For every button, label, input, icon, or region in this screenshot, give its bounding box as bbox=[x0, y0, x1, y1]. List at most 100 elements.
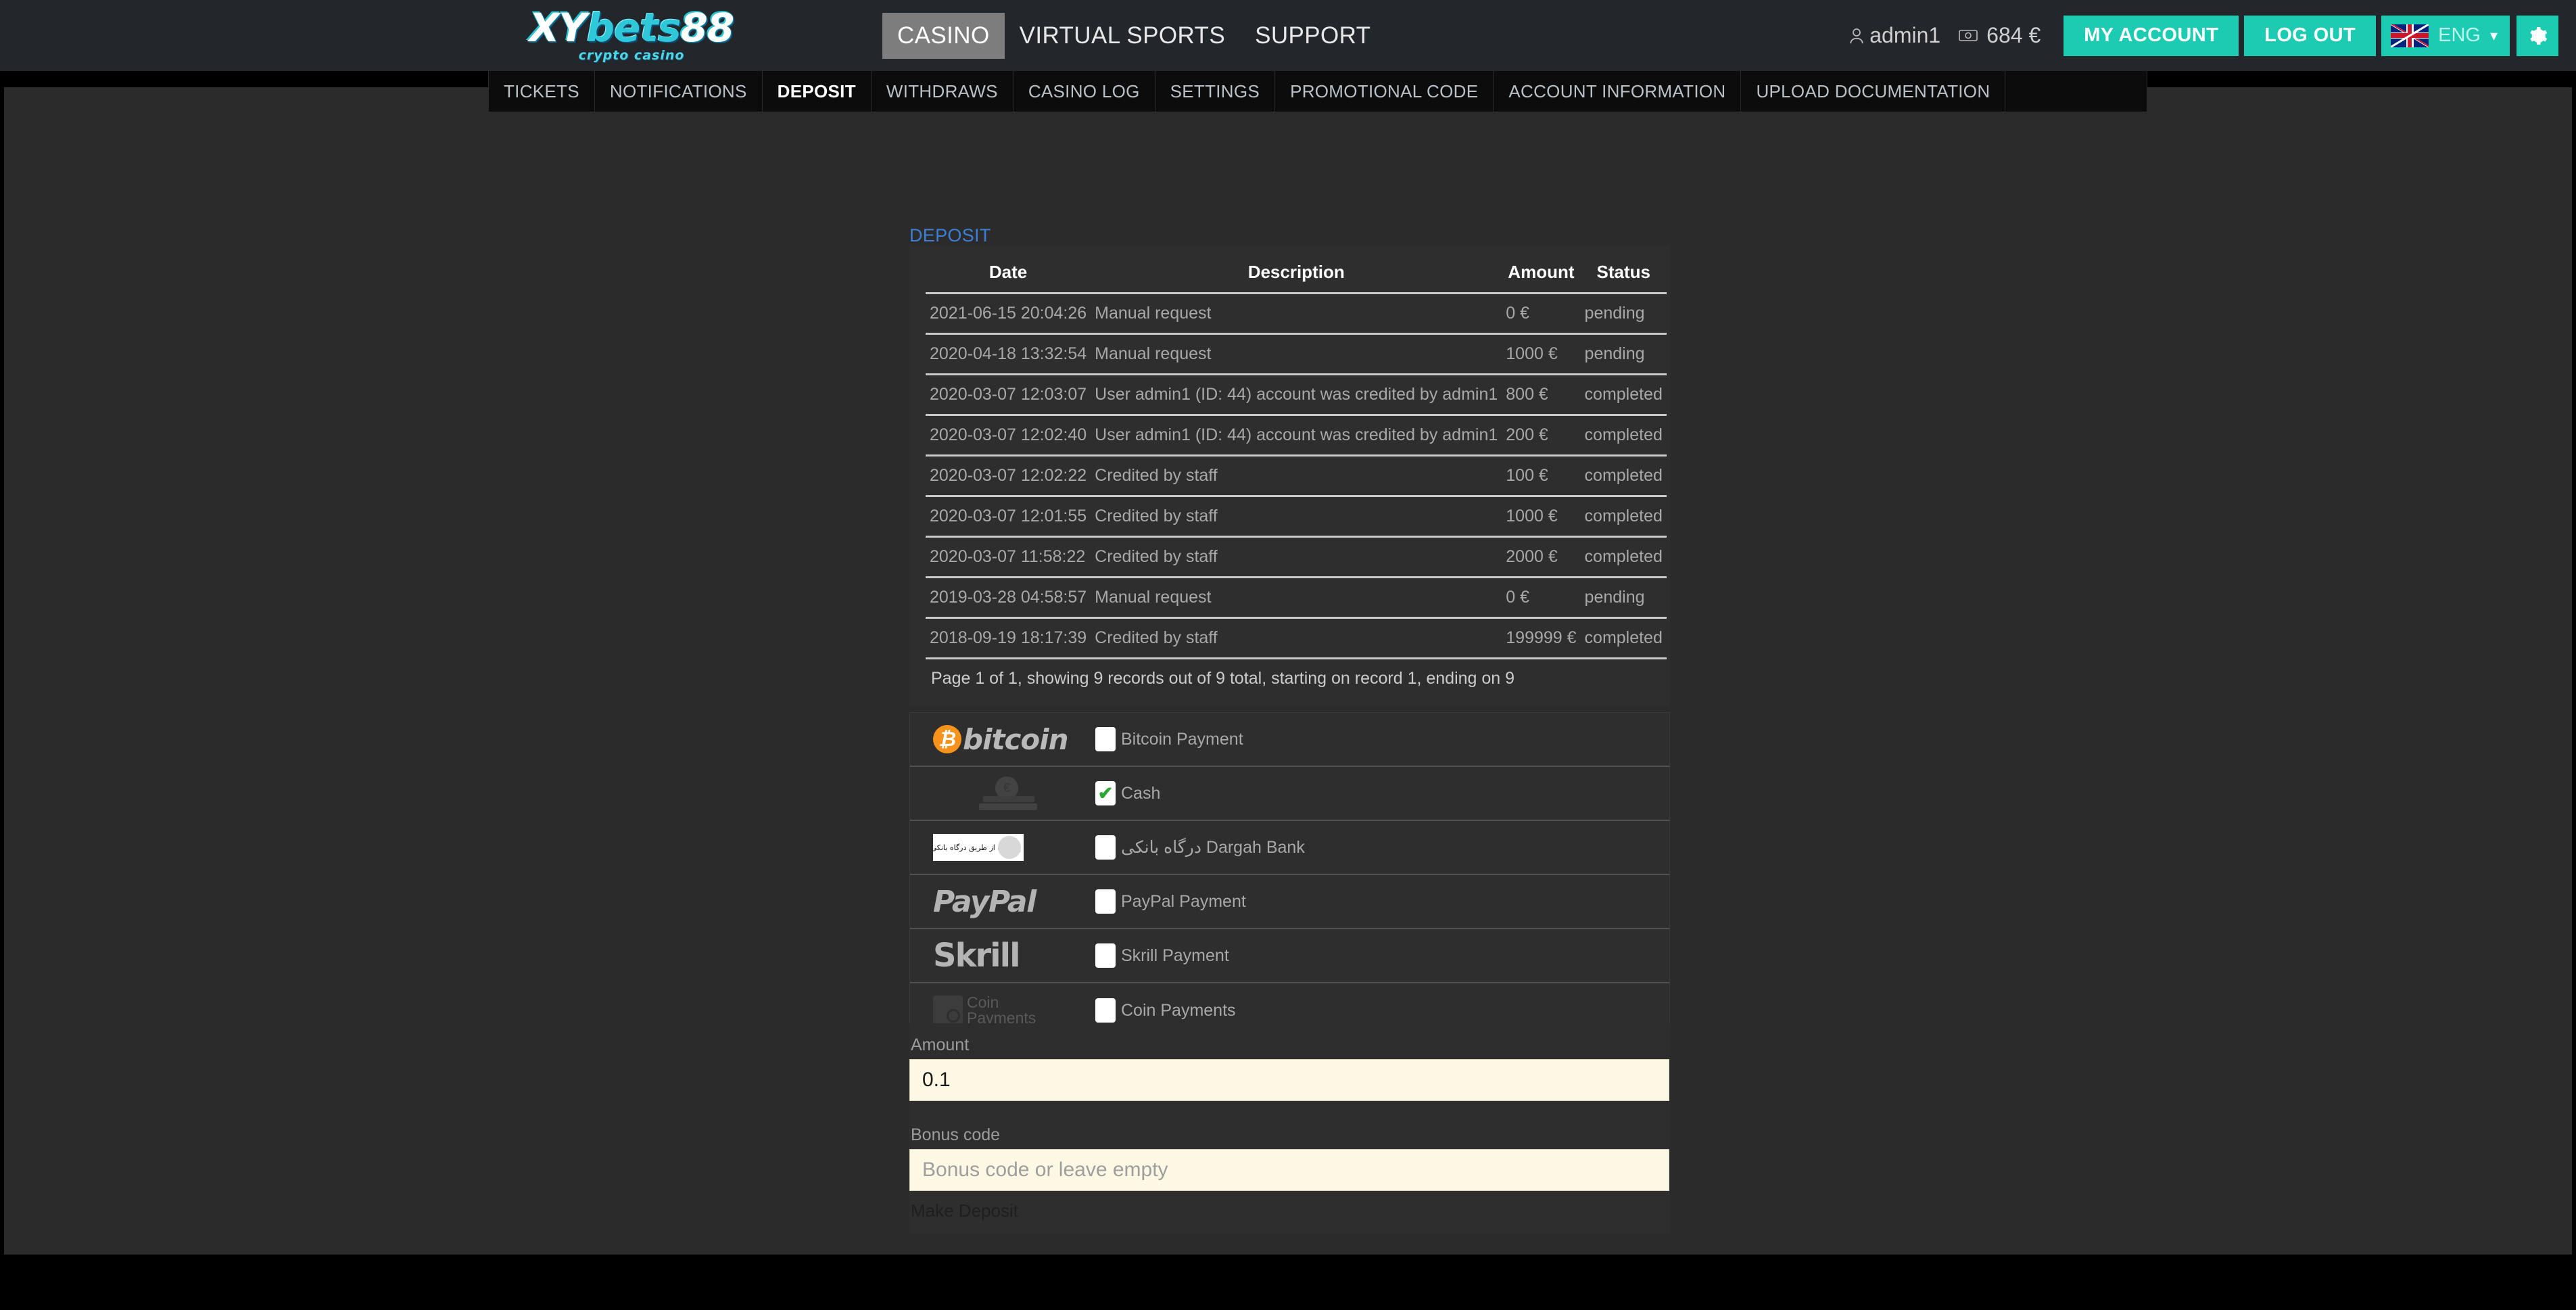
cell-date: 2020-04-18 13:32:54 bbox=[926, 334, 1091, 375]
cell-description: User admin1 (ID: 44) account was credite… bbox=[1091, 415, 1502, 456]
cell-amount: 1000 € bbox=[1502, 496, 1580, 537]
language-selector[interactable]: ENG ▾ bbox=[2381, 16, 2510, 56]
cell-amount: 0 € bbox=[1502, 578, 1580, 618]
make-deposit-button[interactable]: Make Deposit bbox=[909, 1191, 1018, 1234]
table-row: 2020-03-07 12:01:55 Credited by staff 10… bbox=[926, 496, 1667, 537]
cell-description: Manual request bbox=[1091, 578, 1502, 618]
amount-input[interactable] bbox=[909, 1059, 1669, 1101]
coinpayments-icon bbox=[933, 996, 963, 1025]
subtab-deposit[interactable]: DEPOSIT bbox=[763, 71, 872, 112]
my-account-button[interactable]: MY ACCOUNT bbox=[2064, 16, 2239, 56]
language-label: ENG bbox=[2438, 24, 2481, 47]
payment-label-cash: Cash bbox=[1121, 784, 1160, 803]
cell-status: pending bbox=[1581, 578, 1667, 618]
main-navigation: CASINO VIRTUAL SPORTS SUPPORT bbox=[882, 0, 1385, 71]
log-out-button[interactable]: LOG OUT bbox=[2244, 16, 2376, 56]
header-right-controls: admin1 684 € MY ACCOUNT LOG OUT ENG ▾ bbox=[1846, 0, 2558, 71]
table-body: 2021-06-15 20:04:26 Manual request 0 € p… bbox=[926, 294, 1667, 659]
cell-description: Credited by staff bbox=[1091, 618, 1502, 659]
logo-bets: bets bbox=[586, 5, 680, 51]
cell-amount: 800 € bbox=[1502, 375, 1580, 415]
cell-description: Credited by staff bbox=[1091, 496, 1502, 537]
cell-status: completed bbox=[1581, 456, 1667, 496]
user-chip[interactable]: admin1 bbox=[1846, 23, 1940, 48]
checkbox-coin-payments[interactable] bbox=[1095, 998, 1116, 1023]
table-row: 2020-03-07 12:02:22 Credited by staff 10… bbox=[926, 456, 1667, 496]
checkbox-dargah-bank[interactable] bbox=[1095, 835, 1116, 860]
cell-status: pending bbox=[1581, 294, 1667, 334]
cell-status: completed bbox=[1581, 415, 1667, 456]
table-row: 2020-04-18 13:32:54 Manual request 1000 … bbox=[926, 334, 1667, 375]
dargah-bank-logo: پرداخت از طریق درگاه بانکی bbox=[933, 824, 1095, 871]
subtab-withdraws[interactable]: WITHDRAWS bbox=[872, 71, 1013, 112]
bitcoin-logo: ₿ bitcoin bbox=[933, 716, 1095, 763]
skrill-logo: Skrill bbox=[933, 932, 1095, 979]
cell-date: 2019-03-28 04:58:57 bbox=[926, 578, 1091, 618]
logo-88: 88 bbox=[681, 5, 734, 51]
subtab-promotional-code[interactable]: PROMOTIONAL CODE bbox=[1275, 71, 1494, 112]
deposit-section-title: DEPOSIT bbox=[909, 225, 991, 246]
payment-method-bitcoin[interactable]: ₿ bitcoin Bitcoin Payment bbox=[910, 713, 1669, 767]
bitcoin-icon: ₿ bbox=[933, 725, 961, 753]
table-row: 2018-09-19 18:17:39 Credited by staff 19… bbox=[926, 618, 1667, 659]
table-row: 2020-03-07 12:03:07 User admin1 (ID: 44)… bbox=[926, 375, 1667, 415]
subtab-upload-documentation[interactable]: UPLOAD DOCUMENTATION bbox=[1741, 71, 2005, 112]
balance-amount: 684 € bbox=[1986, 23, 2041, 48]
amount-label: Amount bbox=[909, 1035, 1670, 1055]
table-row: 2021-06-15 20:04:26 Manual request 0 € p… bbox=[926, 294, 1667, 334]
subtab-account-information[interactable]: ACCOUNT INFORMATION bbox=[1494, 71, 1741, 112]
logo-wordmark: XYbets88 bbox=[529, 8, 734, 47]
cell-description: Manual request bbox=[1091, 334, 1502, 375]
table-row: 2020-03-07 12:02:40 User admin1 (ID: 44)… bbox=[926, 415, 1667, 456]
site-logo[interactable]: XYbets88 crypto casino bbox=[503, 5, 760, 65]
cell-description: Credited by staff bbox=[1091, 537, 1502, 578]
balance-chip: 684 € bbox=[1958, 23, 2041, 48]
payment-label-dargah-bank: درگاه بانکی Dargah Bank bbox=[1121, 837, 1305, 858]
payment-label-paypal: PayPal Payment bbox=[1121, 892, 1246, 912]
page-body: TICKETS NOTIFICATIONS DEPOSIT WITHDRAWS … bbox=[0, 71, 2576, 1221]
field-gap bbox=[909, 1101, 1670, 1125]
checkbox-paypal[interactable] bbox=[1095, 889, 1116, 914]
column-header-description: Description bbox=[1091, 254, 1502, 294]
nav-item-casino[interactable]: CASINO bbox=[882, 13, 1005, 59]
cell-date: 2020-03-07 11:58:22 bbox=[926, 537, 1091, 578]
payment-method-skrill[interactable]: Skrill Skrill Payment bbox=[910, 929, 1669, 983]
settings-gear-button[interactable] bbox=[2517, 16, 2558, 56]
checkbox-bitcoin[interactable] bbox=[1095, 727, 1116, 751]
checkbox-cash[interactable]: ✔ bbox=[1095, 781, 1116, 805]
chevron-down-icon: ▾ bbox=[2490, 27, 2498, 45]
nav-item-virtual-sports[interactable]: VIRTUAL SPORTS bbox=[1005, 13, 1240, 59]
cash-logo: € bbox=[933, 770, 1095, 817]
logo-subtitle: crypto casino bbox=[579, 48, 685, 63]
subtab-notifications[interactable]: NOTIFICATIONS bbox=[595, 71, 763, 112]
footer: Contact bbox=[0, 1292, 2576, 1310]
nav-item-support[interactable]: SUPPORT bbox=[1240, 13, 1385, 59]
top-header: XYbets88 crypto casino CASINO VIRTUAL SP… bbox=[0, 0, 2576, 71]
subtab-tickets[interactable]: TICKETS bbox=[488, 71, 595, 112]
gear-icon bbox=[2527, 26, 2548, 46]
transactions-table: Date Description Amount Status 2021-06-1… bbox=[926, 254, 1667, 659]
column-header-status: Status bbox=[1581, 254, 1667, 294]
bonus-code-label: Bonus code bbox=[909, 1125, 1670, 1145]
table-row: 2019-03-28 04:58:57 Manual request 0 € p… bbox=[926, 578, 1667, 618]
payment-method-cash[interactable]: € ✔ Cash bbox=[910, 767, 1669, 821]
cell-description: User admin1 (ID: 44) account was credite… bbox=[1091, 375, 1502, 415]
check-icon: ✔ bbox=[1098, 785, 1114, 803]
cell-description: Credited by staff bbox=[1091, 456, 1502, 496]
bonus-code-input[interactable] bbox=[909, 1149, 1669, 1191]
cell-date: 2020-03-07 12:03:07 bbox=[926, 375, 1091, 415]
column-header-amount: Amount bbox=[1502, 254, 1580, 294]
payment-method-paypal[interactable]: PayPal PayPal Payment bbox=[910, 875, 1669, 929]
subtab-casino-log[interactable]: CASINO LOG bbox=[1013, 71, 1155, 112]
cell-date: 2020-03-07 12:01:55 bbox=[926, 496, 1091, 537]
cell-status: completed bbox=[1581, 375, 1667, 415]
table-header-row: Date Description Amount Status bbox=[926, 254, 1667, 294]
cell-description: Manual request bbox=[1091, 294, 1502, 334]
cell-date: 2021-06-15 20:04:26 bbox=[926, 294, 1091, 334]
checkbox-skrill[interactable] bbox=[1095, 943, 1116, 968]
subtab-settings[interactable]: SETTINGS bbox=[1155, 71, 1275, 112]
payment-method-dargah-bank[interactable]: پرداخت از طریق درگاه بانکی درگاه بانکی D… bbox=[910, 821, 1669, 875]
logo-xy: XY bbox=[529, 5, 587, 51]
uk-flag-icon bbox=[2391, 24, 2429, 47]
cell-date: 2018-09-19 18:17:39 bbox=[926, 618, 1091, 659]
